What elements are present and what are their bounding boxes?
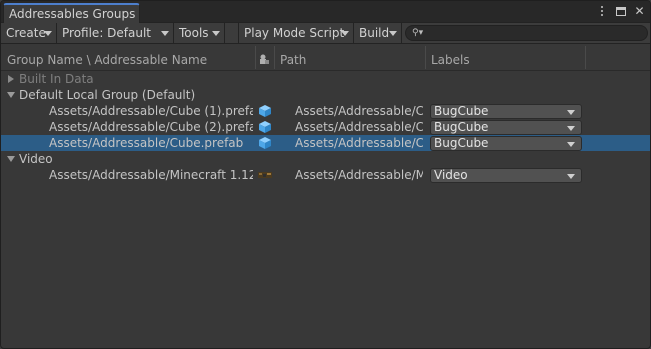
more-options-icon[interactable]	[595, 4, 608, 18]
entry-path: Assets/Addressable/Cu	[295, 120, 423, 134]
addressable-status-icon	[260, 54, 269, 64]
labels-dropdown[interactable]: BugCube	[430, 136, 582, 151]
profile-label: Profile: Default	[62, 26, 152, 40]
tab-addressables-groups[interactable]: Addressables Groups	[3, 3, 140, 24]
prefab-cube-icon	[259, 137, 271, 149]
entry-row[interactable]: Assets/Addressable/Minecraft 1.12.2 Asse…	[1, 167, 650, 183]
tools-label: Tools	[179, 26, 209, 40]
prefab-cube-icon	[259, 121, 271, 133]
addressables-groups-window: Addressables Groups ✕ Create Profile: De…	[0, 0, 651, 349]
labels-dropdown[interactable]: BugCube	[430, 120, 582, 135]
group-row-video[interactable]: Video	[1, 151, 650, 167]
column-divider[interactable]	[255, 46, 256, 69]
chevron-down-icon	[161, 31, 169, 36]
collapse-arrow-icon[interactable]	[7, 156, 15, 162]
play-mode-script-label: Play Mode Script	[244, 26, 345, 40]
entry-path: Assets/Addressable/Cu	[295, 104, 423, 118]
column-divider[interactable]	[425, 46, 426, 69]
column-divider[interactable]	[274, 46, 275, 69]
build-dropdown[interactable]: Build	[354, 23, 402, 43]
labels-dropdown[interactable]: Video	[430, 168, 582, 183]
labels-value: Video	[434, 168, 468, 182]
labels-dropdown[interactable]: BugCube	[430, 104, 582, 119]
column-header: Group Name \ Addressable Name Path Label…	[1, 45, 650, 71]
video-clip-icon	[258, 172, 272, 178]
maximize-icon[interactable]	[614, 4, 627, 18]
entry-address: Assets/Addressable/Cube (1).prefab	[49, 104, 253, 118]
play-mode-script-dropdown[interactable]: Play Mode Script	[238, 23, 354, 43]
collapse-arrow-icon[interactable]	[7, 92, 15, 98]
entry-row[interactable]: Assets/Addressable/Cube (2).prefab Asset…	[1, 119, 650, 135]
chevron-down-icon	[341, 31, 349, 36]
create-dropdown[interactable]: Create	[1, 23, 57, 43]
prefab-cube-icon	[259, 105, 271, 117]
chevron-down-icon	[44, 31, 52, 36]
labels-value: BugCube	[434, 136, 489, 150]
search-icon: ⚲▾	[412, 28, 424, 38]
chevron-down-icon	[567, 142, 575, 147]
chevron-down-icon	[567, 110, 575, 115]
column-header-labels[interactable]: Labels	[431, 53, 470, 67]
tools-dropdown[interactable]: Tools	[174, 23, 225, 43]
chevron-down-icon	[567, 126, 575, 131]
expand-arrow-icon[interactable]	[8, 75, 14, 83]
column-header-path[interactable]: Path	[280, 53, 306, 67]
entry-path: Assets/Addressable/Mi	[295, 168, 423, 182]
close-icon[interactable]: ✕	[633, 4, 646, 18]
create-label: Create	[6, 26, 46, 40]
window-controls: ✕	[595, 4, 646, 18]
entry-address: Assets/Addressable/Cube (2).prefab	[49, 120, 253, 134]
search-field[interactable]: ⚲▾	[405, 25, 648, 41]
group-row-default-local-group[interactable]: Default Local Group (Default)	[1, 87, 650, 103]
entry-row[interactable]: Assets/Addressable/Cube (1).prefab Asset…	[1, 103, 650, 119]
entry-address: Assets/Addressable/Cube.prefab	[49, 136, 244, 150]
chevron-down-icon	[389, 31, 397, 36]
entry-row-selected[interactable]: Assets/Addressable/Cube.prefab Assets/Ad…	[1, 135, 650, 151]
entry-address: Assets/Addressable/Minecraft 1.12.2	[49, 168, 253, 182]
group-name: Default Local Group (Default)	[19, 88, 196, 102]
group-name: Video	[19, 152, 53, 166]
column-header-name[interactable]: Group Name \ Addressable Name	[7, 53, 207, 67]
toolbar: Create Profile: Default Tools Play Mode …	[1, 23, 650, 44]
labels-value: BugCube	[434, 104, 489, 118]
group-row-built-in-data[interactable]: Built In Data	[1, 71, 650, 87]
build-label: Build	[359, 26, 390, 40]
column-divider[interactable]	[585, 46, 586, 69]
chevron-down-icon	[212, 31, 220, 36]
tab-bar: Addressables Groups ✕	[1, 1, 650, 24]
chevron-down-icon	[567, 174, 575, 179]
labels-value: BugCube	[434, 120, 489, 134]
entry-path: Assets/Addressable/Cu	[295, 136, 423, 150]
group-name: Built In Data	[19, 72, 94, 86]
profile-dropdown[interactable]: Profile: Default	[57, 23, 174, 43]
